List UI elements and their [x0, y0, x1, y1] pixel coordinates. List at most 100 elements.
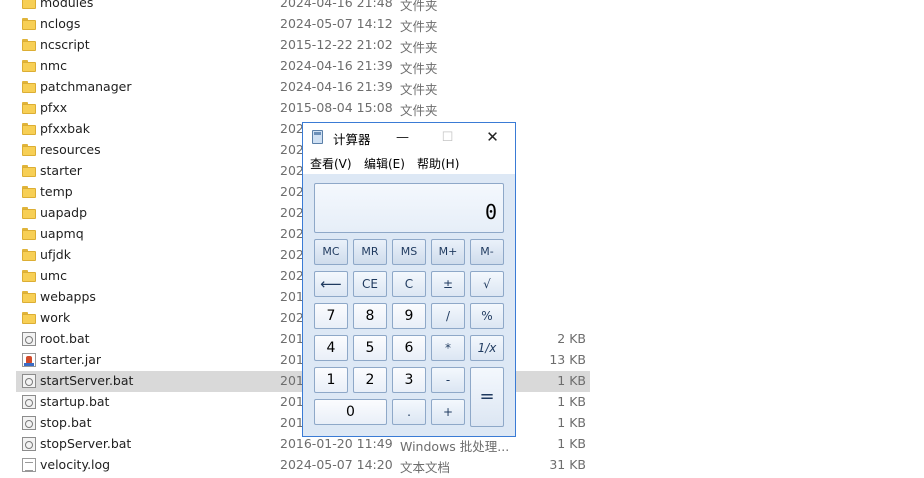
- mc-button[interactable]: MC: [314, 239, 348, 265]
- equals-button[interactable]: =: [470, 367, 504, 427]
- calculator-menubar: 查看(V) 编辑(E) 帮助(H): [303, 152, 515, 174]
- file-row[interactable]: ncscript 2015-12-22 21:02 文件夹: [16, 35, 590, 56]
- file-row[interactable]: stopServer.bat 2016-01-20 11:49 Windows 批处…: [16, 434, 590, 455]
- folder-icon: [22, 0, 36, 10]
- divide-button[interactable]: /: [431, 303, 465, 329]
- ms-button[interactable]: MS: [392, 239, 426, 265]
- file-row[interactable]: pfxx 2015-08-04 15:08 文件夹: [16, 98, 590, 119]
- file-date: 2024-04-16 21:39: [280, 58, 393, 73]
- file-name: starter: [40, 163, 82, 178]
- file-row[interactable]: nclogs 2024-05-07 14:12 文件夹: [16, 14, 590, 35]
- file-date: 2024-05-07 14:20: [280, 457, 393, 472]
- add-button[interactable]: +: [431, 399, 465, 425]
- m-minus-button[interactable]: M-: [470, 239, 504, 265]
- file-date: 201: [280, 331, 304, 346]
- menu-help[interactable]: 帮助(H): [417, 155, 459, 172]
- file-name: stop.bat: [40, 415, 92, 430]
- file-date: 201: [280, 352, 304, 367]
- calculator-title: 计算器: [333, 132, 371, 147]
- folder-icon: [22, 38, 36, 52]
- file-size: 2 KB: [557, 331, 586, 346]
- display-value: 0: [484, 200, 497, 224]
- digit-5-button[interactable]: 5: [353, 335, 387, 361]
- minimize-button[interactable]: —: [380, 123, 425, 152]
- bat-file-icon: [22, 437, 36, 451]
- jar-file-icon: [22, 353, 36, 367]
- file-name: patchmanager: [40, 79, 132, 94]
- subtract-button[interactable]: -: [431, 367, 465, 393]
- multiply-button[interactable]: *: [431, 335, 465, 361]
- reciprocal-button[interactable]: 1/x: [470, 335, 504, 361]
- menu-view[interactable]: 查看(V): [310, 155, 352, 172]
- file-row[interactable]: patchmanager 2024-04-16 21:39 文件夹: [16, 77, 590, 98]
- file-name: uapmq: [40, 226, 84, 241]
- sqrt-button[interactable]: √: [470, 271, 504, 297]
- folder-icon: [22, 269, 36, 283]
- digit-6-button[interactable]: 6: [392, 335, 426, 361]
- decimal-button[interactable]: .: [392, 399, 426, 425]
- file-date: 2015-12-22 21:02: [280, 37, 393, 52]
- percent-button[interactable]: %: [470, 303, 504, 329]
- folder-icon: [22, 185, 36, 199]
- file-size: 1 KB: [557, 415, 586, 430]
- file-name: work: [40, 310, 71, 325]
- file-name: umc: [40, 268, 67, 283]
- file-date: 201: [280, 394, 304, 409]
- file-row[interactable]: nmc 2024-04-16 21:39 文件夹: [16, 56, 590, 77]
- c-button[interactable]: C: [392, 271, 426, 297]
- digit-0-button[interactable]: 0: [314, 399, 387, 425]
- digit-2-button[interactable]: 2: [353, 367, 387, 393]
- file-type: 文件夹: [400, 103, 438, 118]
- file-date: 2016-01-20 11:49: [280, 436, 393, 451]
- file-size: 13 KB: [549, 352, 586, 367]
- digit-9-button[interactable]: 9: [392, 303, 426, 329]
- file-size: 1 KB: [557, 373, 586, 388]
- file-name: stopServer.bat: [40, 436, 132, 451]
- digit-7-button[interactable]: 7: [314, 303, 348, 329]
- maximize-button[interactable]: ☐: [425, 123, 470, 152]
- file-row[interactable]: velocity.log 2024-05-07 14:20 文本文档 31 KB: [16, 455, 590, 476]
- file-date: 2024-04-16 21:39: [280, 79, 393, 94]
- file-name: pfxx: [40, 100, 68, 115]
- file-name: startup.bat: [40, 394, 110, 409]
- mr-button[interactable]: MR: [353, 239, 387, 265]
- folder-icon: [22, 248, 36, 262]
- folder-icon: [22, 17, 36, 31]
- file-size: 31 KB: [549, 457, 586, 472]
- file-date: 202: [280, 184, 304, 199]
- file-size: 1 KB: [557, 436, 586, 451]
- file-date: 202: [280, 226, 304, 241]
- plus-minus-button[interactable]: ±: [431, 271, 465, 297]
- digit-3-button[interactable]: 3: [392, 367, 426, 393]
- menu-edit[interactable]: 编辑(E): [364, 155, 405, 172]
- file-type: 文件夹: [400, 61, 438, 76]
- file-date: 202: [280, 121, 304, 136]
- bat-file-icon: [22, 332, 36, 346]
- file-name: modules: [40, 0, 94, 10]
- close-button[interactable]: ✕: [470, 123, 515, 152]
- file-name: webapps: [40, 289, 96, 304]
- backspace-button[interactable]: ⟵: [314, 271, 348, 297]
- file-name: startServer.bat: [40, 373, 134, 388]
- ce-button[interactable]: CE: [353, 271, 387, 297]
- bat-file-icon: [22, 395, 36, 409]
- folder-icon: [22, 311, 36, 325]
- file-type: 文件夹: [400, 40, 438, 55]
- log-file-icon: [22, 458, 36, 472]
- m-plus-button[interactable]: M+: [431, 239, 465, 265]
- folder-icon: [22, 80, 36, 94]
- folder-icon: [22, 122, 36, 136]
- file-name: resources: [40, 142, 101, 157]
- file-row[interactable]: modules 2024-04-16 21:48 文件夹: [16, 0, 590, 14]
- digit-4-button[interactable]: 4: [314, 335, 348, 361]
- calculator-titlebar[interactable]: 计算器 — ☐ ✕: [303, 123, 515, 152]
- file-date: 202: [280, 310, 304, 325]
- file-name: root.bat: [40, 331, 90, 346]
- digit-1-button[interactable]: 1: [314, 367, 348, 393]
- digit-8-button[interactable]: 8: [353, 303, 387, 329]
- file-type: 文件夹: [400, 0, 438, 13]
- file-date: 202: [280, 205, 304, 220]
- file-date: 202: [280, 247, 304, 262]
- file-name: pfxxbak: [40, 121, 90, 136]
- file-date: 2015-08-04 15:08: [280, 100, 393, 115]
